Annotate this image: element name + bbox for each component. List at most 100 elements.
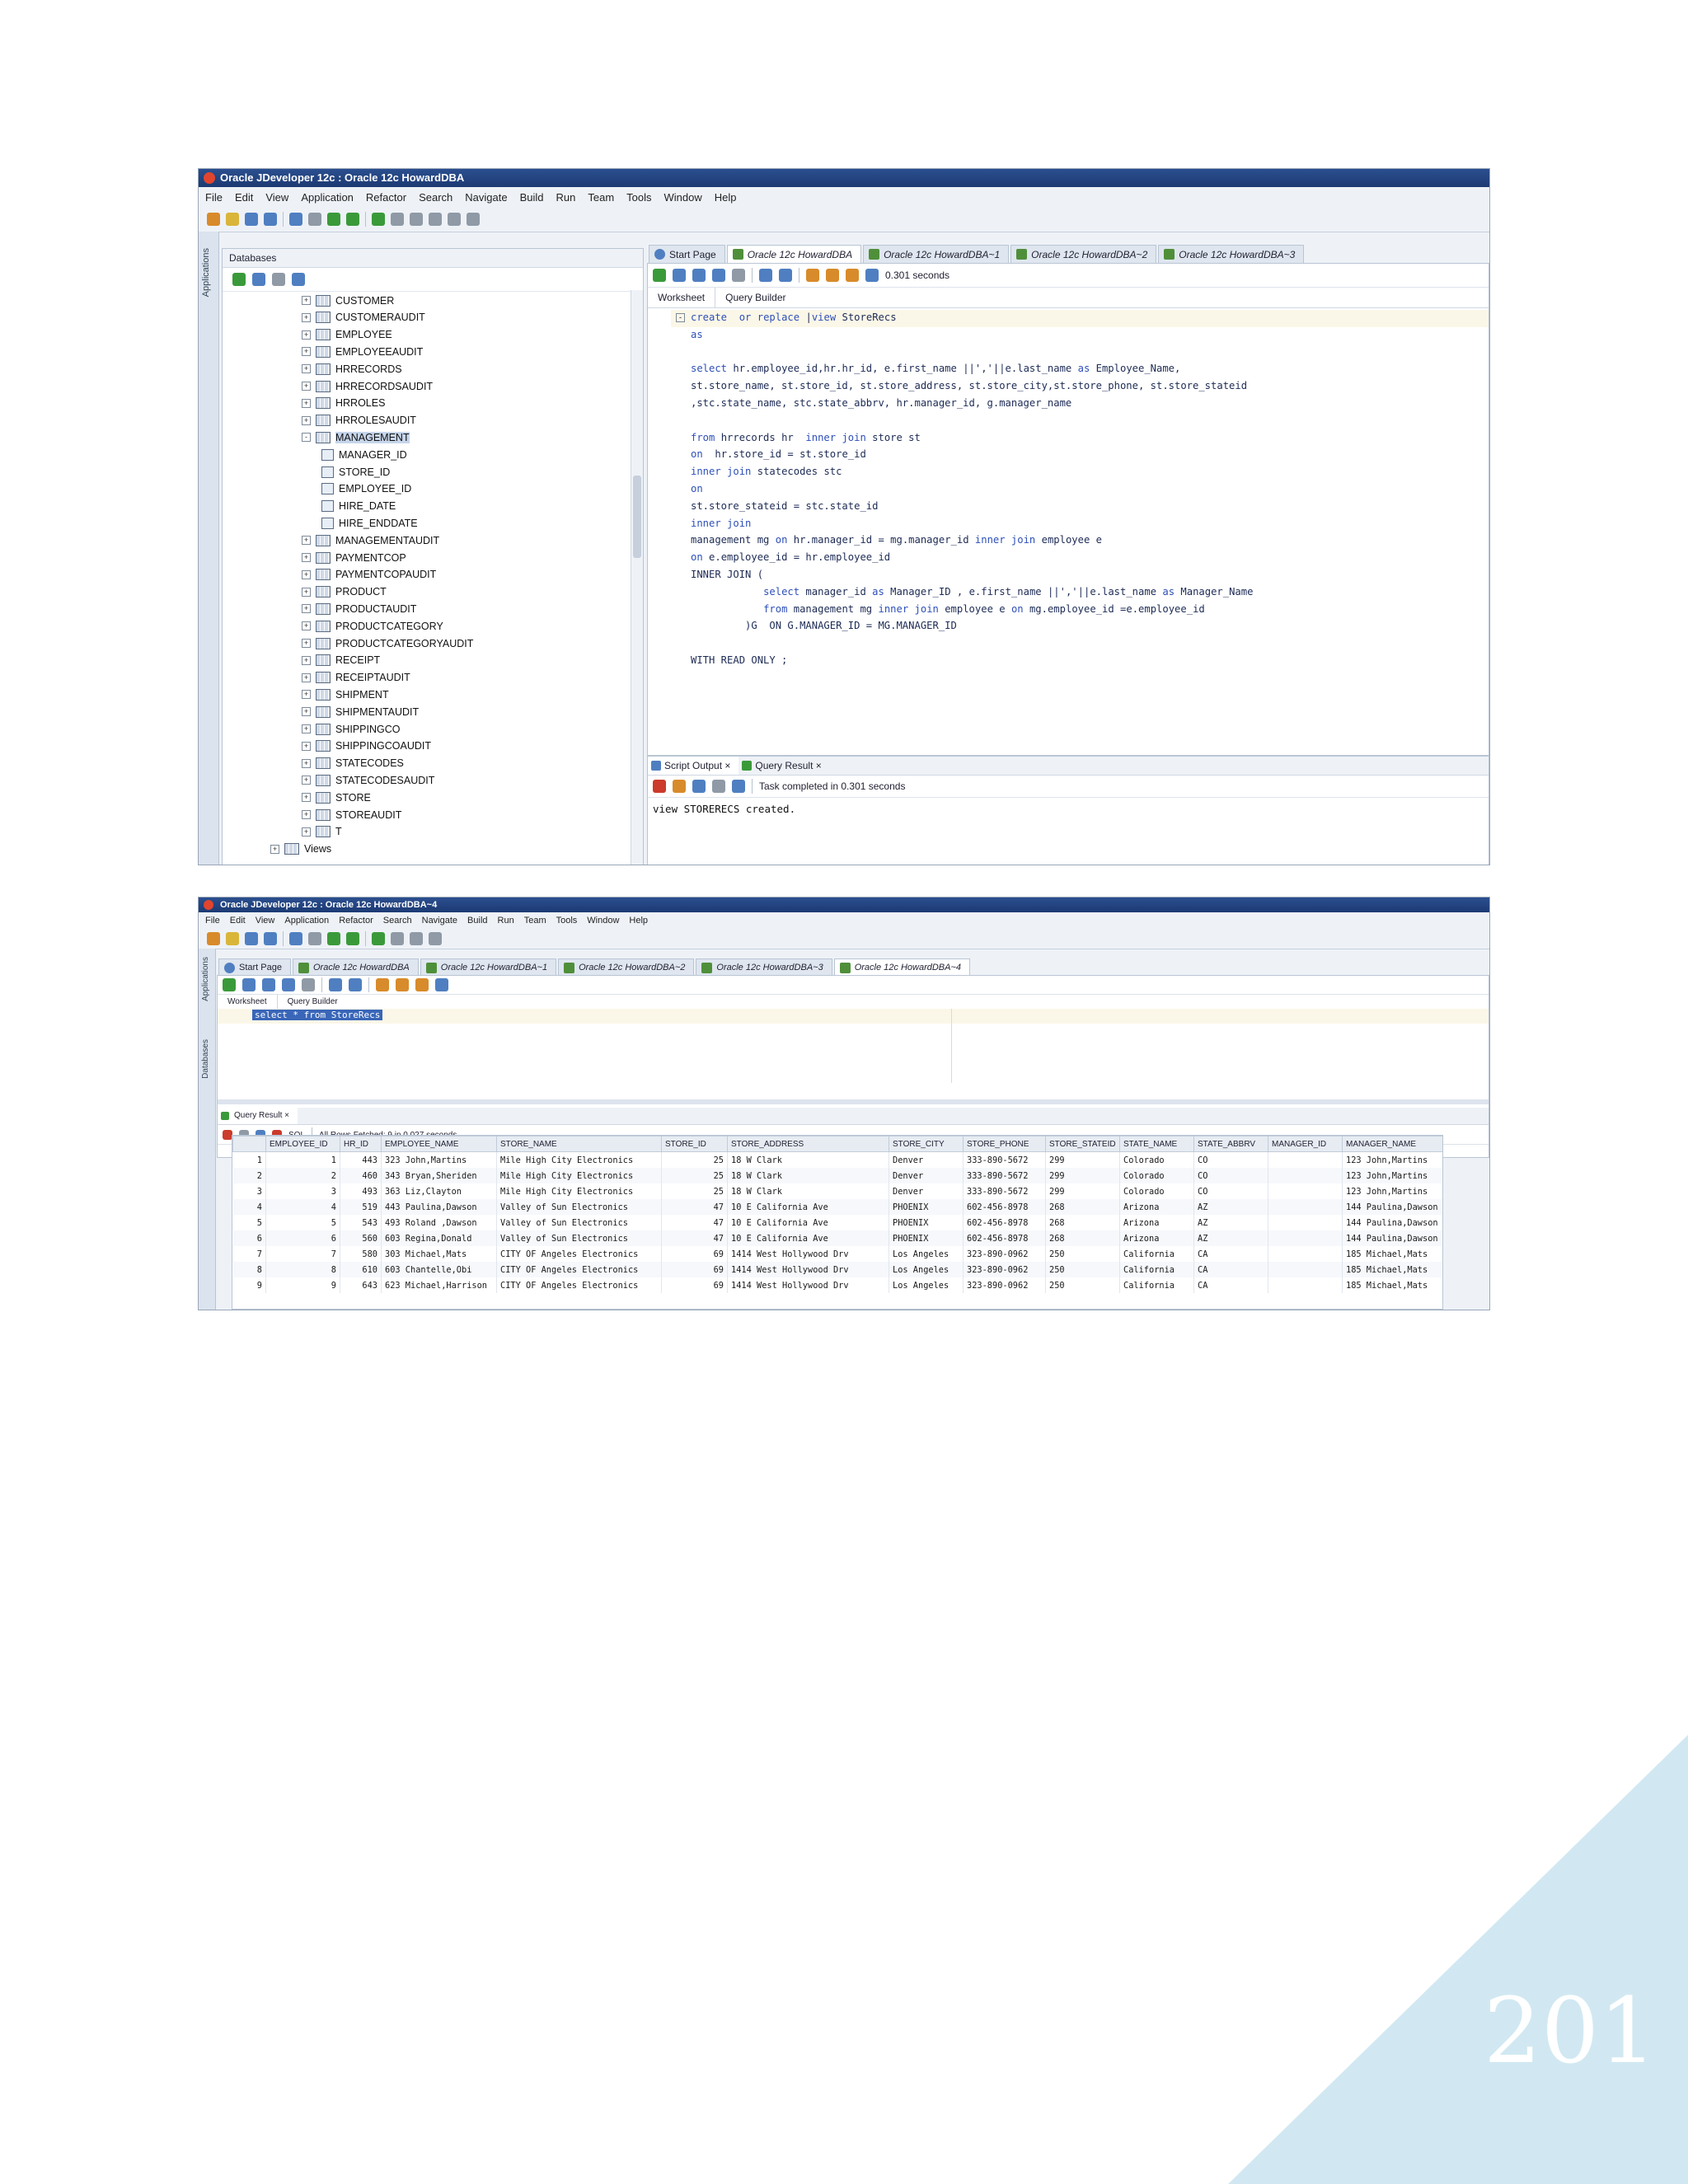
table-cell[interactable]: 460 <box>340 1168 382 1183</box>
tree-node-statecodes[interactable]: + STATECODES <box>302 755 404 772</box>
redo-icon[interactable] <box>308 213 321 226</box>
clean-icon[interactable] <box>429 213 442 226</box>
tree-node-hrrecords[interactable]: + HRRECORDS <box>302 360 402 377</box>
table-cell[interactable]: 2 <box>265 1168 340 1183</box>
tab-oracle-12c-howarddba-1[interactable]: Oracle 12c HowardDBA~1 <box>420 958 557 976</box>
new-icon[interactable] <box>207 213 220 226</box>
expand-toggle-icon[interactable]: + <box>302 415 311 425</box>
column-header-store-address[interactable]: STORE_ADDRESS <box>727 1136 889 1152</box>
tree-node-shipment[interactable]: + SHIPMENT <box>302 686 389 703</box>
table-cell[interactable]: 333-890-5672 <box>963 1151 1046 1168</box>
tree-node-paymentcopaudit[interactable]: + PAYMENTCOPAUDIT <box>302 566 436 583</box>
tree-node-shippingco[interactable]: + SHIPPINGCO <box>302 720 401 738</box>
table-cell[interactable]: CO <box>1193 1151 1268 1168</box>
expand-toggle-icon[interactable]: + <box>302 296 311 305</box>
tree-scrollbar[interactable] <box>631 290 643 865</box>
table-cell[interactable]: 18 W Clark <box>727 1183 889 1199</box>
commit-icon[interactable] <box>262 978 275 991</box>
table-cell[interactable]: 323-890-0962 <box>963 1262 1046 1277</box>
table-cell[interactable]: 343 Bryan,Sheriden <box>381 1168 497 1183</box>
table-cell[interactable]: 8 <box>265 1262 340 1277</box>
menu-item-edit[interactable]: Edit <box>230 916 246 926</box>
tab-oracle-12c-howarddba-4[interactable]: Oracle 12c HowardDBA~4 <box>833 958 971 976</box>
tree-node-store[interactable]: + STORE <box>302 789 371 806</box>
table-cell[interactable]: 123 John,Martins <box>1342 1183 1442 1199</box>
expand-toggle-icon[interactable]: + <box>302 741 311 751</box>
table-cell[interactable]: 18 W Clark <box>727 1151 889 1168</box>
tree-node-employeeaudit[interactable]: + EMPLOYEEAUDIT <box>302 343 423 360</box>
expand-toggle-icon[interactable]: + <box>302 621 311 631</box>
table-row[interactable]: 5 5 543 493 Roland ,Dawson Valley of Sun Ele… <box>232 1215 1442 1230</box>
code-fold-toggle[interactable]: - <box>676 313 685 322</box>
tab-query-result[interactable]: Query Result × <box>738 757 829 775</box>
table-cell[interactable]: 602-456-8978 <box>963 1199 1046 1215</box>
expand-toggle-icon[interactable]: + <box>302 758 311 768</box>
new-icon[interactable] <box>207 932 220 945</box>
save-icon[interactable] <box>245 932 258 945</box>
expand-toggle-icon[interactable]: - <box>302 433 311 443</box>
tree-node-hrrolesaudit[interactable]: + HRROLESAUDIT <box>302 412 416 429</box>
expand-toggle-icon[interactable]: + <box>302 604 311 614</box>
tab-query-result[interactable]: Query Result × <box>218 1108 298 1124</box>
table-cell[interactable]: 5 <box>265 1215 340 1230</box>
tree-node-statecodesaudit[interactable]: + STATECODESAUDIT <box>302 771 434 789</box>
applications-rail-tab[interactable]: Applications <box>201 957 214 1001</box>
save-all-icon[interactable] <box>264 213 277 226</box>
table-cell[interactable]: 69 <box>661 1262 728 1277</box>
tree-node-hire-date[interactable]: HIRE_DATE <box>321 498 396 515</box>
table-cell[interactable] <box>1268 1183 1343 1199</box>
table-cell[interactable]: Colorado <box>1119 1168 1194 1183</box>
tree-node-customer[interactable]: + CUSTOMER <box>302 292 394 309</box>
expand-toggle-icon[interactable]: + <box>270 844 279 854</box>
table-cell[interactable]: 123 John,Martins <box>1342 1151 1442 1168</box>
menu-item-team[interactable]: Team <box>588 191 614 204</box>
tree-node-managementaudit[interactable]: + MANAGEMENTAUDIT <box>302 532 439 549</box>
column-header-state-abbrv[interactable]: STATE_ABBRV <box>1193 1136 1268 1152</box>
table-row[interactable]: 4 4 519 443 Paulina,Dawson Valley of Sun Ele… <box>232 1199 1442 1215</box>
table-cell[interactable]: 47 <box>661 1230 728 1246</box>
table-cell[interactable]: 10 E California Ave <box>727 1199 889 1215</box>
menu-item-build[interactable]: Build <box>520 191 544 204</box>
table-cell[interactable]: 4 <box>265 1199 340 1215</box>
menu-item-help[interactable]: Help <box>629 916 648 926</box>
table-cell[interactable]: 299 <box>1045 1183 1120 1199</box>
menu-item-window[interactable]: Window <box>587 916 619 926</box>
table-cell[interactable] <box>1268 1262 1343 1277</box>
expand-toggle-icon[interactable]: + <box>302 673 311 682</box>
table-cell[interactable]: Denver <box>889 1168 964 1183</box>
tree-node-product[interactable]: + PRODUCT <box>302 583 387 601</box>
menu-item-search[interactable]: Search <box>419 191 452 204</box>
table-cell[interactable]: 299 <box>1045 1151 1120 1168</box>
sql-tuning-icon[interactable] <box>779 269 792 282</box>
table-cell[interactable]: Mile High City Electronics <box>496 1183 662 1199</box>
table-cell[interactable]: 25 <box>661 1168 728 1183</box>
expand-toggle-icon[interactable]: + <box>302 639 311 648</box>
table-cell[interactable] <box>1268 1199 1343 1215</box>
table-row[interactable]: 8 8 610 603 Chantelle,Obi CITY OF Angeles El… <box>232 1262 1442 1277</box>
expand-toggle-icon[interactable]: + <box>302 312 311 322</box>
tree-node-paymentcop[interactable]: + PAYMENTCOP <box>302 549 406 566</box>
menu-item-application[interactable]: Application <box>301 191 354 204</box>
menu-item-navigate[interactable]: Navigate <box>465 191 507 204</box>
expand-toggle-icon[interactable]: + <box>302 398 311 408</box>
history-icon[interactable] <box>396 978 409 991</box>
eraser-icon[interactable] <box>415 978 429 991</box>
menu-item-refactor[interactable]: Refactor <box>339 916 373 926</box>
table-cell[interactable]: 185 Michael,Mats <box>1342 1262 1442 1277</box>
table-cell[interactable]: 123 John,Martins <box>1342 1168 1442 1183</box>
table-cell[interactable]: 25 <box>661 1151 728 1168</box>
table-cell[interactable]: CITY OF Angeles Electronics <box>496 1262 662 1277</box>
rollback-icon[interactable] <box>712 269 725 282</box>
expand-toggle-icon[interactable]: + <box>302 827 311 837</box>
rollback-icon[interactable] <box>282 978 295 991</box>
expand-toggle-icon[interactable]: + <box>302 553 311 562</box>
table-cell[interactable]: 1 <box>265 1151 340 1168</box>
menu-item-tools[interactable]: Tools <box>556 916 578 926</box>
table-row[interactable]: 7 7 580 303 Michael,Mats CITY OF Angeles Ele… <box>232 1246 1442 1262</box>
build-icon[interactable] <box>391 213 404 226</box>
table-cell[interactable]: CA <box>1193 1277 1268 1293</box>
tree-node-storeaudit[interactable]: + STOREAUDIT <box>302 806 401 823</box>
table-cell[interactable]: 25 <box>661 1183 728 1199</box>
add-connection-icon[interactable] <box>232 273 246 286</box>
explain-plan-icon[interactable] <box>302 978 315 991</box>
